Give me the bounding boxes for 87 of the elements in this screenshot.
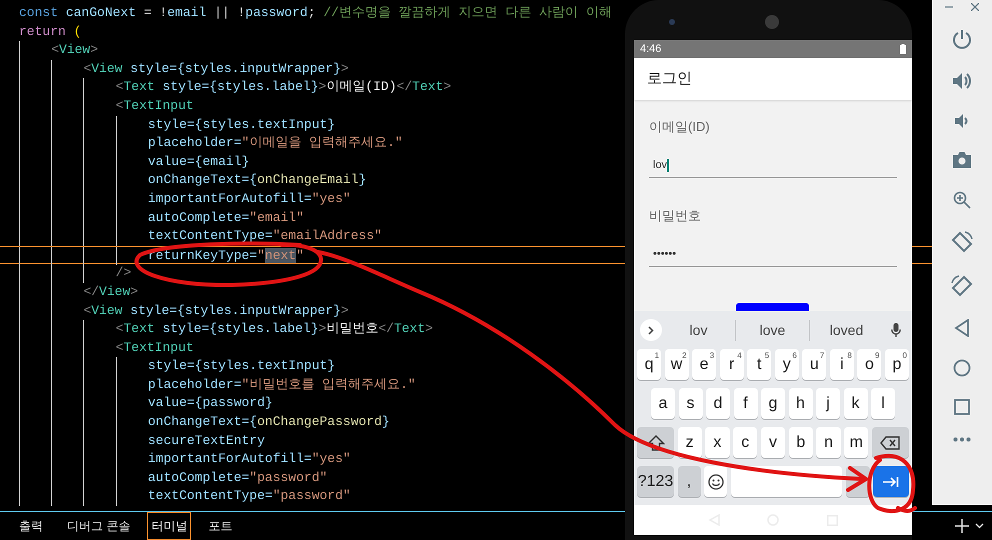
panel-tab[interactable]: 터미널 [147,512,192,540]
microphone-icon[interactable] [891,322,901,338]
add-icon[interactable] [955,519,969,533]
input-field[interactable]: •••••• [649,242,897,267]
chevron-down-icon[interactable] [975,523,984,529]
code-line: <TextInput [19,98,194,113]
letter-key[interactable]: f [734,388,758,419]
code-line: const canGoNext = !email || !password; //변수명을 깔끔하게 지으면 다른 사람이 이해 [19,5,612,20]
close-icon[interactable] [971,3,979,11]
code-line: <TextInput [19,340,194,355]
code-line: autoComplete="password" [19,470,328,485]
backspace-key[interactable] [872,427,909,458]
code-line: <View style={styles.inputWrapper}> [19,60,349,76]
letter-key[interactable]: h [788,388,812,419]
letter-key[interactable]: j [816,388,840,419]
code-line: textContentType="emailAddress" [19,228,382,244]
code-line: importantForAutofill="yes" [19,451,351,466]
letter-key[interactable]: m [844,427,868,458]
volume-up-icon[interactable] [952,71,972,91]
volume-down-icon[interactable] [954,113,970,129]
more-icon[interactable] [953,437,971,442]
suggestion[interactable]: lov [662,320,735,340]
code-line: returnKeyType="next" [19,248,304,263]
suggestion[interactable]: love [735,320,809,340]
backspace-icon [880,436,900,450]
chevron-right-icon [648,326,654,334]
letter-key[interactable]: t 5 [747,349,772,380]
letter-key[interactable]: i 8 [830,349,854,380]
code-line: onChangeText={onChangePassword} [19,414,390,430]
letter-key[interactable]: n [816,427,841,458]
letter-key[interactable]: s [678,388,702,419]
enter-key[interactable] [873,466,909,497]
overview-icon[interactable] [954,399,970,415]
comma-key[interactable]: , [678,466,700,497]
rotate-left-icon[interactable] [951,231,973,253]
code-line: </View> [19,284,138,299]
letter-key[interactable]: d [706,388,730,419]
letter-key[interactable]: b [788,427,813,458]
code-line: style={styles.textInput} [19,116,336,132]
power-icon[interactable] [952,29,972,49]
front-camera [669,19,675,25]
code-line: return ( [19,24,82,39]
code-line: <Text style={styles.label}>이메일(ID)</Text> [19,79,452,94]
code-line: <View> [19,42,98,58]
letter-key[interactable]: a [651,388,675,419]
code-line: importantForAutofill="yes" [19,190,351,206]
panel-tab[interactable]: 포트 [201,512,240,540]
letter-key[interactable]: x [705,427,730,458]
rotate-right-icon[interactable] [951,275,973,297]
expand-button[interactable] [640,319,662,341]
input-field[interactable]: lov [649,153,897,178]
emoji-icon [708,474,724,490]
field-label: 비밀번호 [649,207,702,225]
letter-key[interactable]: c [733,427,758,458]
home-icon[interactable] [953,359,971,377]
back-icon[interactable] [954,319,970,337]
symbols-key[interactable]: ?123 [637,466,674,497]
shift-icon [646,434,664,450]
code-line: value={password} [19,395,273,410]
panel-tab[interactable]: 디버그 콘솔 [60,512,138,540]
emoji-key[interactable] [704,466,727,497]
code-line: textContentType="password" [19,488,351,504]
code-line: placeholder="비밀번호를 입력해주세요." [19,376,416,392]
status-time: 4:46 [640,42,662,57]
camera-icon[interactable] [952,151,972,169]
speaker-grille [765,15,779,29]
letter-key[interactable]: l [871,388,895,419]
code-line: <Text style={styles.label}>비밀번호</Text> [19,321,433,336]
code-line: /> [19,265,132,280]
zoom-in-icon[interactable] [953,191,971,209]
letter-key[interactable]: g [761,388,785,419]
code-line: style={styles.textInput} [19,358,336,374]
battery-icon [900,44,906,54]
code-line: onChangeText={onChangeEmail} [19,172,366,188]
panel-tab[interactable]: 출력 [12,512,50,540]
letter-key[interactable]: v [760,427,786,458]
letter-key[interactable]: z [678,427,702,458]
code-line: <View style={styles.inputWrapper}> [19,302,349,318]
code-line: autoComplete="email" [19,210,304,225]
suggestion[interactable]: loved [809,320,883,340]
tab-arrow-icon [883,476,899,486]
app-title: 로그인 [647,68,692,89]
field-label: 이메일(ID) [649,118,711,136]
letter-key[interactable]: k [844,388,868,419]
code-line: placeholder="이메일을 입력해주세요." [19,135,403,150]
code-line: secureTextEntry [19,432,265,448]
code-line: value={email} [19,154,250,169]
